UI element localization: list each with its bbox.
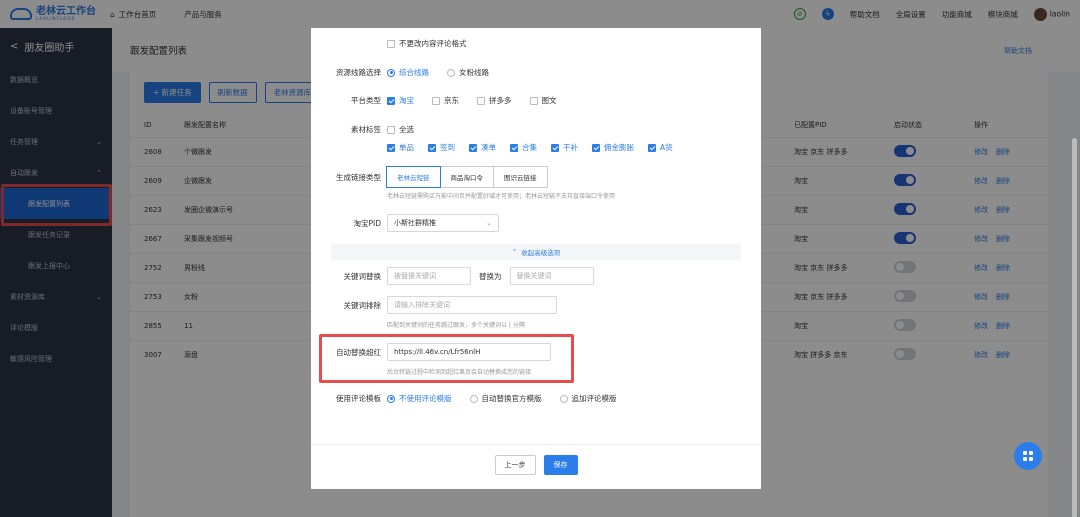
page-scrollbar[interactable] [1072,28,1078,517]
tag-signin[interactable]: 签到 [428,142,455,153]
comment-template-row: 使用评论模板 不使用评论模版 自动替换官方模版 追加评论模版 [336,393,617,404]
collapse-advanced-toggle[interactable]: ⌃ 收起高级选项 [331,244,741,260]
modal-footer-divider [311,444,761,445]
link-type-cloudlink[interactable]: 图识云链接 [493,166,548,188]
radio-no-template[interactable]: 不使用评论模版 [387,393,452,404]
prev-step-button[interactable]: 上一步 [494,455,536,475]
link-type-hint: 老林云短链需购买万能中间页并配置好域才可使用；老林云短链不支持直接端口令使用 [387,193,616,200]
replace-with-label: 替换为 [479,271,502,281]
tag-collection[interactable]: 合集 [510,142,537,153]
radio-comprehensive[interactable]: 综合线路 [387,67,429,78]
material-tags: 单品 签到 凑单 合集 干补 佣金膨胀 A货 [387,142,687,153]
checkbox-tuwen[interactable]: 图文 [529,95,557,106]
keyword-exclude-row: 关键词排除 请输入排除关键词 [331,296,557,314]
exclude-keyword-input[interactable]: 请输入排除关键词 [387,296,557,314]
auto-replace-highlight-box [319,334,574,383]
material-row: 素材标签 全选 [351,124,414,135]
platform-row: 平台类型 淘宝 京东 拼多多 图文 [351,95,557,106]
chevron-up-icon: ⌃ [511,248,518,256]
tag-single[interactable]: 单品 [387,142,414,153]
tag-combo[interactable]: 凑单 [469,142,496,153]
link-type-shortlink[interactable]: 老林云短链 [386,166,441,188]
radio-female[interactable]: 女粉线路 [447,67,489,78]
keyword-replace-row: 关键词替换 被替换关键词 替换为 替换关键词 [331,267,594,285]
source-line-row: 资源线路选择 综合线路 女粉线路 [336,67,489,78]
keyword-exclude-hint: 匹配到关键词的任务跳过跟发，多个关键词以 | 分隔 [387,322,525,329]
tag-subsidy[interactable]: 干补 [551,142,578,153]
checkbox-select-all[interactable]: 全选 [387,124,414,135]
grid-icon [1023,451,1033,461]
chevron-down-icon: ⌄ [486,219,492,227]
tag-a-goods[interactable]: A货 [648,142,673,153]
link-type-row: 生成链接类型 老林云短链 商品淘口令 图识云链接 [331,166,548,188]
replacement-keyword-input[interactable]: 替换关键词 [509,267,594,285]
no-change-comment-checkbox[interactable]: 不更改内容评论格式 [387,38,467,49]
tag-commission[interactable]: 佣金膨胀 [592,142,634,153]
floating-grid-button[interactable] [1014,442,1042,470]
config-modal: 不更改内容评论格式 资源线路选择 综合线路 女粉线路 平台类型 淘宝 京东 拼多… [311,28,761,489]
checkbox-pdd[interactable]: 拼多多 [477,95,512,106]
replaced-keyword-input[interactable]: 被替换关键词 [387,267,471,285]
taobao-pid-row: 淘宝PID 小斯社群精推 ⌄ [331,214,499,232]
link-type-taokouling[interactable]: 商品淘口令 [439,166,494,188]
checkbox-jd[interactable]: 京东 [432,95,459,106]
save-button[interactable]: 保存 [543,455,578,475]
taobao-pid-select[interactable]: 小斯社群精推 ⌄ [387,214,499,232]
checkbox [387,39,395,48]
radio-official-template[interactable]: 自动替换官方模版 [469,393,542,404]
checkbox-taobao[interactable]: 淘宝 [387,95,414,106]
radio-append-template[interactable]: 追加评论模版 [559,393,617,404]
